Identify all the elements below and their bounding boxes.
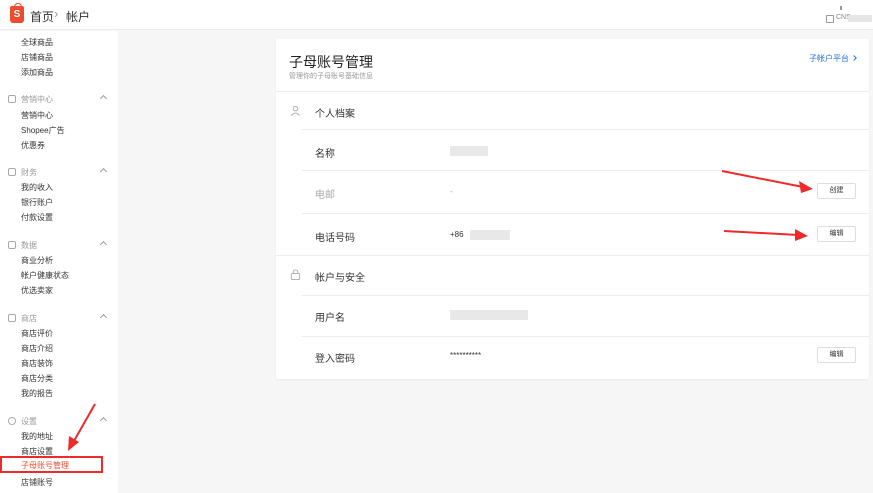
top-bar: S 首页 › 帐户 CNS [0, 0, 873, 30]
sub-account-card: 子母账号管理 管理你的子母账号基础信息 子帐户平台 个人档案 名称 电邮 - 创… [276, 39, 869, 379]
breadcrumb-current: 帐户 [66, 10, 91, 24]
wallet-icon [8, 168, 16, 176]
divider [302, 213, 869, 214]
sidebar-item-bank-account[interactable]: 银行账户 [21, 197, 53, 208]
account-name-blurred [840, 6, 842, 10]
sidebar: 全球商品 店铺商品 添加商品 营销中心 营销中心 Shopee广告 优惠券 财务… [0, 31, 118, 493]
sidebar-section-finance[interactable]: 财务 [8, 166, 112, 178]
sidebar-item-shop-category[interactable]: 商店分类 [21, 373, 53, 384]
sidebar-item-business-insights[interactable]: 商业分析 [21, 255, 53, 266]
sidebar-item-shop-profile[interactable]: 商店介绍 [21, 343, 53, 354]
divider [276, 255, 869, 256]
lock-icon [290, 269, 301, 280]
profile-section-title: 个人档案 [315, 109, 355, 120]
sidebar-item-shop-products[interactable]: 店铺商品 [21, 52, 53, 63]
sidebar-section-title: 商店 [21, 314, 37, 323]
phone-label: 电话号码 [315, 233, 355, 244]
divider [302, 170, 869, 171]
username-value-blurred [450, 310, 528, 320]
username-label: 用户名 [315, 313, 345, 324]
name-label: 名称 [315, 149, 335, 160]
divider [276, 91, 869, 92]
name-value-blurred [450, 146, 488, 156]
sidebar-item-my-income[interactable]: 我的收入 [21, 182, 53, 193]
sidebar-item-global-products[interactable]: 全球商品 [21, 37, 53, 48]
chevron-up-icon [99, 94, 108, 103]
sidebar-item-shop-rating[interactable]: 商店评价 [21, 328, 53, 339]
sidebar-item-sub-account-management[interactable]: 子母账号管理 [0, 456, 103, 473]
shopee-logo-icon[interactable]: S [10, 3, 24, 23]
sidebar-item-shopee-ads[interactable]: Shopee广告 [21, 125, 65, 136]
sidebar-item-payment-settings[interactable]: 付款设置 [21, 212, 53, 223]
edit-password-button[interactable]: 编辑 [817, 347, 856, 363]
sidebar-section-title: 数据 [21, 241, 37, 250]
sidebar-item-shop-accounts[interactable]: 店铺账号 [21, 477, 53, 488]
email-label: 电邮 [315, 190, 335, 201]
sidebar-item-marketing-center[interactable]: 营销中心 [21, 110, 53, 121]
password-label: 登入密码 [315, 354, 355, 365]
create-email-button[interactable]: 创建 [817, 183, 856, 199]
page-subtitle: 管理你的子母账号基础信息 [289, 73, 373, 80]
chart-icon [8, 241, 16, 249]
chevron-up-icon [99, 416, 108, 425]
phone-value-blurred [470, 230, 510, 240]
gear-icon [8, 417, 16, 425]
page-title: 子母账号管理 [289, 54, 373, 70]
chevron-right-icon [851, 55, 857, 61]
sidebar-section-title: 设置 [21, 417, 37, 426]
user-icon [291, 105, 300, 116]
tag-icon [8, 95, 16, 103]
sidebar-item-account-health[interactable]: 帐户健康状态 [21, 270, 69, 281]
password-value: ********** [450, 351, 482, 360]
shop-account-icon [826, 15, 834, 23]
chevron-up-icon [99, 240, 108, 249]
divider [302, 295, 869, 296]
email-value: - [450, 187, 453, 196]
sub-account-platform-link[interactable]: 子帐户平台 [809, 53, 857, 64]
sidebar-section-settings[interactable]: 设置 [8, 415, 112, 427]
sidebar-section-shop[interactable]: 商店 [8, 312, 112, 324]
chevron-up-icon [99, 167, 108, 176]
chevron-up-icon [99, 313, 108, 322]
sidebar-section-marketing[interactable]: 营销中心 [8, 93, 112, 105]
account-id-blurred [848, 15, 872, 22]
breadcrumb-home[interactable]: 首页 [30, 8, 54, 25]
shop-icon [8, 314, 16, 322]
sidebar-item-my-addresses[interactable]: 我的地址 [21, 431, 53, 442]
sidebar-section-data[interactable]: 数据 [8, 239, 112, 251]
sidebar-item-preferred-seller[interactable]: 优选卖家 [21, 285, 53, 296]
phone-prefix: +86 [450, 230, 464, 239]
sidebar-item-vouchers[interactable]: 优惠券 [21, 140, 45, 151]
sidebar-item-add-product[interactable]: 添加商品 [21, 67, 53, 78]
account-menu[interactable]: CNS [826, 6, 872, 24]
divider [302, 336, 869, 337]
divider [302, 129, 869, 130]
sidebar-item-shop-decoration[interactable]: 商店装饰 [21, 358, 53, 369]
sidebar-section-title: 营销中心 [21, 95, 53, 104]
edit-phone-button[interactable]: 编辑 [817, 226, 856, 242]
sidebar-section-title: 财务 [21, 168, 37, 177]
security-section-title: 帐户与安全 [315, 273, 365, 284]
sidebar-item-my-reports[interactable]: 我的报告 [21, 388, 53, 399]
link-label: 子帐户平台 [809, 54, 849, 63]
breadcrumb-separator: › [54, 6, 59, 21]
sidebar-item-label: 子母账号管理 [21, 461, 69, 470]
